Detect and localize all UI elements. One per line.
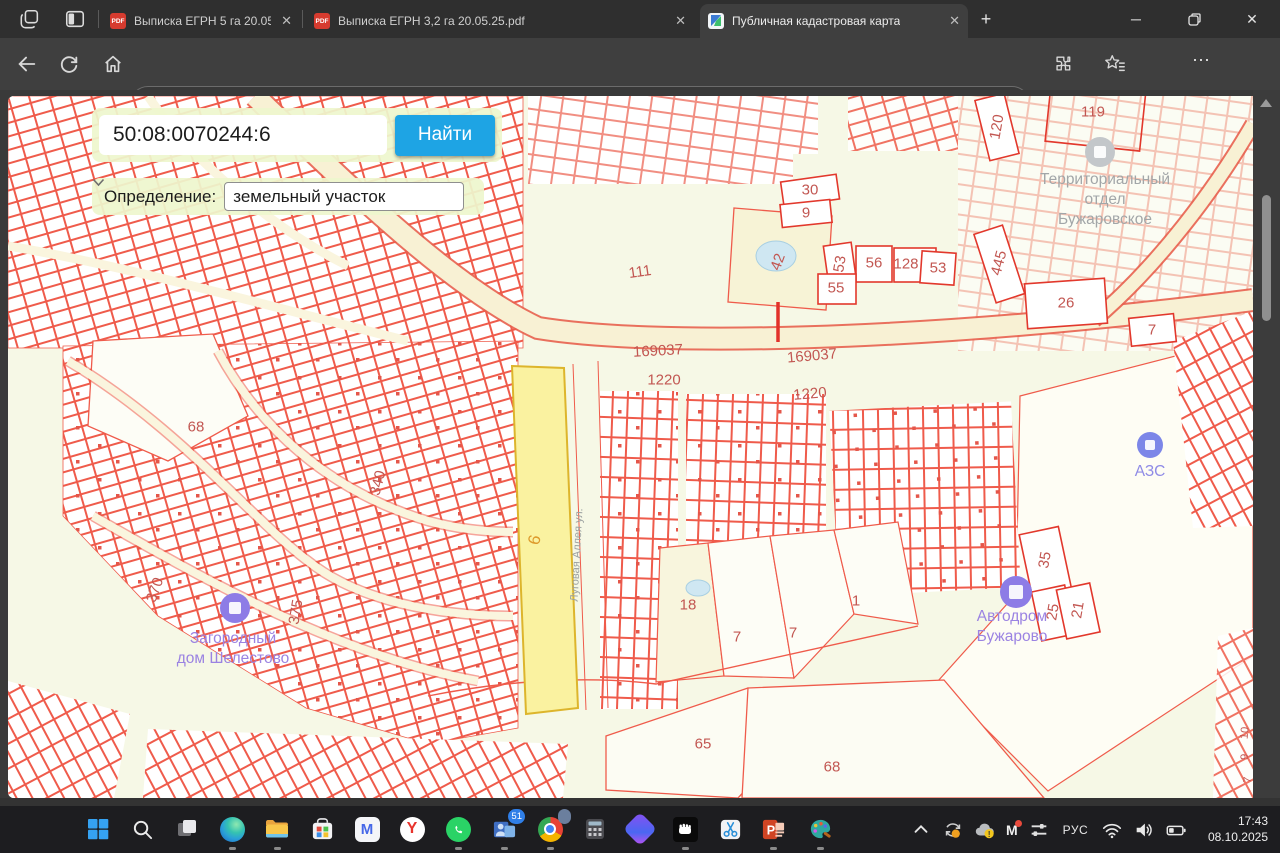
window-maximize-button[interactable]	[1171, 0, 1217, 38]
search-panel: Найти	[92, 108, 502, 162]
country-house-shelestovo-label: Загородныйдом Шелестово	[177, 629, 290, 669]
microsoft-store-icon[interactable]	[308, 815, 336, 843]
yandex-browser-icon[interactable]: Y	[398, 815, 426, 843]
volume-icon[interactable]	[1133, 819, 1155, 841]
new-tab-button[interactable]: +	[965, 0, 1007, 38]
tab-title: Выписка ЕГРН 5 га 20.05.25.pdf	[134, 14, 271, 28]
extensions-icon[interactable]	[1052, 53, 1074, 75]
tab-divider	[302, 10, 303, 28]
azs-gas-station-label: АЗС	[1135, 462, 1166, 482]
tab-title: Выписка ЕГРН 3,2 га 20.05.25.pdf	[338, 14, 525, 28]
calculator-icon[interactable]	[581, 815, 609, 843]
task-view-icon[interactable]	[173, 815, 201, 843]
cadastral-map-viewport[interactable]: 1113094253561285355445119120267169037169…	[8, 96, 1253, 798]
tab-divider	[98, 10, 99, 28]
refresh-icon[interactable]	[58, 53, 80, 75]
definition-panel: Определение: земельный участок	[92, 178, 484, 215]
territorial-office-buzharovskoe-label: ТерриториальныйотделБужаровское	[1040, 170, 1170, 230]
mail-badge: 51	[508, 809, 525, 824]
edge-browser-icon[interactable]	[218, 815, 246, 843]
chrome-notification-badge	[558, 809, 571, 824]
clock-time: 17:43	[1208, 813, 1268, 829]
max-tray-icon[interactable]: M	[1006, 822, 1018, 838]
tab-title: Публичная кадастровая карта	[732, 14, 900, 28]
tray-chevron-up-icon[interactable]	[910, 819, 932, 841]
definition-select[interactable]: земельный участок	[224, 182, 464, 211]
workspaces-icon[interactable]	[19, 8, 41, 30]
svg-text:!: !	[988, 829, 991, 838]
clock-date: 08.10.2025	[1208, 829, 1268, 845]
whatsapp-icon[interactable]	[444, 815, 472, 843]
chevron-down-icon	[92, 178, 105, 187]
paint-icon[interactable]	[806, 815, 834, 843]
tab-pdf-1[interactable]: PDF Выписка ЕГРН 5 га 20.05.25.pdf ✕	[102, 4, 300, 38]
maximize-icon	[1188, 13, 1201, 26]
wifi-icon[interactable]	[1101, 819, 1123, 841]
cadastral-map-favicon	[708, 13, 724, 29]
powerpoint-icon[interactable]: P	[759, 815, 787, 843]
snipping-tool-icon[interactable]	[716, 815, 744, 843]
fist-app-icon[interactable]	[671, 815, 699, 843]
window-bottom-edge	[0, 798, 1280, 806]
start-button[interactable]	[84, 815, 112, 843]
battery-icon[interactable]	[1165, 819, 1187, 841]
tab-close-icon[interactable]: ✕	[939, 13, 960, 29]
tab-bar: PDF Выписка ЕГРН 5 га 20.05.25.pdf ✕ PDF…	[0, 0, 1280, 38]
scroll-up-arrow-icon[interactable]	[1260, 99, 1272, 107]
favorites-list-icon[interactable]	[1104, 53, 1126, 75]
language-indicator[interactable]: РУС	[1063, 823, 1089, 837]
definition-value: земельный участок	[233, 187, 385, 207]
tab-close-icon[interactable]: ✕	[271, 13, 292, 29]
home-icon[interactable]	[102, 53, 124, 75]
definition-label: Определение:	[104, 187, 216, 207]
sync-icon[interactable]	[942, 819, 964, 841]
browser-content-area: 1113094253561285355445119120267169037169…	[0, 90, 1280, 798]
autodrome-buzharovo-label: АвтодромБужарово	[977, 607, 1048, 647]
pdf-icon: PDF	[314, 13, 330, 29]
max-messenger-icon[interactable]: M	[353, 815, 381, 843]
tab-pdf-2[interactable]: PDF Выписка ЕГРН 3,2 га 20.05.25.pdf ✕	[306, 4, 694, 38]
autodrome-buzharovo-icon[interactable]	[1000, 576, 1032, 608]
back-icon[interactable]	[16, 53, 38, 75]
scrollbar-thumb[interactable]	[1262, 195, 1271, 321]
file-explorer-icon[interactable]	[263, 815, 291, 843]
territorial-office-buzharovskoe-icon[interactable]	[1085, 137, 1115, 167]
microsoft-365-icon[interactable]	[626, 815, 654, 843]
cloud-warning-icon[interactable]: !	[974, 819, 996, 841]
cadastral-search-input[interactable]	[99, 115, 387, 155]
windows-taskbar: M Y 51	[0, 806, 1280, 853]
taskbar-search-icon[interactable]	[128, 815, 156, 843]
tab-close-icon[interactable]: ✕	[665, 13, 686, 29]
pdf-icon: PDF	[110, 13, 126, 29]
country-house-shelestovo-icon[interactable]	[220, 593, 250, 623]
taskbar-clock[interactable]: 17:43 08.10.2025	[1208, 813, 1268, 845]
window-minimize-button[interactable]: ─	[1113, 0, 1159, 38]
azs-gas-station-icon[interactable]	[1137, 432, 1163, 458]
search-button[interactable]: Найти	[395, 115, 495, 156]
vertical-scrollbar[interactable]	[1253, 90, 1280, 798]
svg-text:P: P	[766, 823, 774, 837]
chrome-icon[interactable]	[536, 815, 564, 843]
tab-cadastral-map[interactable]: Публичная кадастровая карта ✕	[700, 4, 968, 38]
system-tray: ! M РУС	[905, 806, 1192, 853]
navigation-toolbar: https://lk1map.roscadasters.com/map ⋯	[0, 38, 1280, 90]
mail-outlook-icon[interactable]: 51	[490, 815, 518, 843]
window-close-button[interactable]: ✕	[1229, 0, 1275, 38]
edge-browser-window: PDF Выписка ЕГРН 5 га 20.05.25.pdf ✕ PDF…	[0, 0, 1280, 853]
tab-actions-icon[interactable]	[64, 8, 86, 30]
settings-menu-icon[interactable]: ⋯	[1192, 50, 1214, 72]
mixer-settings-icon[interactable]	[1028, 819, 1050, 841]
